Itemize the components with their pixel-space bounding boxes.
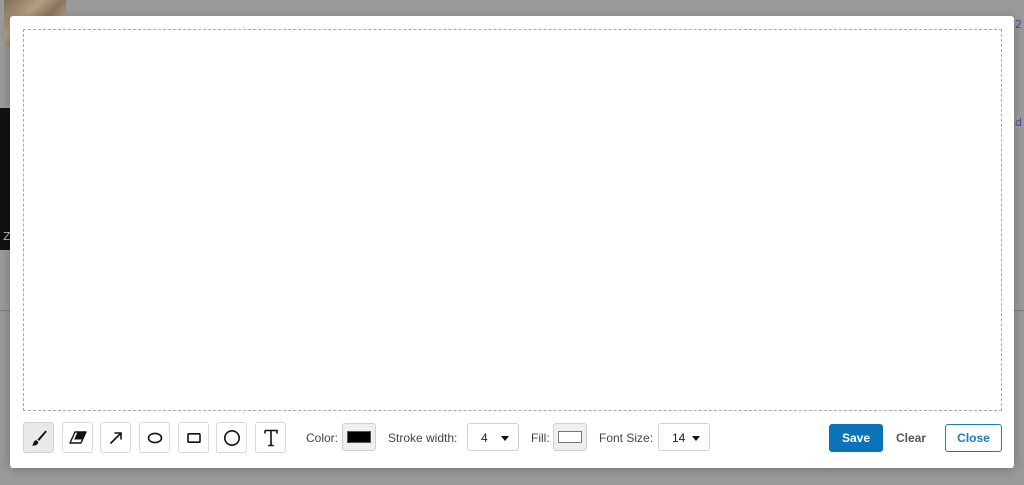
arrow-icon (109, 431, 122, 444)
clear-button[interactable]: Clear (887, 424, 935, 452)
ellipse-icon (147, 432, 162, 443)
drawing-canvas[interactable] (23, 29, 1002, 411)
fill-label: Fill: (531, 431, 550, 445)
ellipse-tool-button[interactable] (139, 422, 170, 453)
background-link: d (1015, 116, 1022, 129)
color-picker-button[interactable] (342, 423, 376, 451)
rectangle-icon (186, 432, 201, 443)
stroke-width-label: Stroke width: (388, 431, 458, 445)
chevron-down-icon (501, 436, 509, 441)
drawing-toolbar: Color: Stroke width: 4 Fill: Font Size: … (23, 422, 1002, 456)
brush-tool-button[interactable] (23, 422, 54, 453)
background-divider (1014, 310, 1024, 311)
rectangle-tool-button[interactable] (178, 422, 209, 453)
chevron-down-icon (692, 436, 700, 441)
circle-tool-button[interactable] (216, 422, 247, 453)
save-button[interactable]: Save (829, 424, 883, 452)
arrow-tool-button[interactable] (100, 422, 131, 453)
stroke-width-value: 4 (481, 431, 488, 445)
fill-swatch (558, 431, 582, 443)
text-tool-button[interactable] (255, 422, 286, 453)
background-link: 2 (1015, 18, 1022, 31)
stroke-width-select[interactable]: 4 (467, 423, 519, 451)
color-label: Color: (306, 431, 339, 445)
font-size-value: 14 (672, 431, 686, 445)
close-button[interactable]: Close (945, 424, 1002, 452)
font-size-select[interactable]: 14 (658, 423, 710, 451)
eraser-tool-button[interactable] (62, 422, 93, 453)
eraser-icon (68, 430, 87, 444)
text-icon (263, 429, 278, 446)
brush-icon (30, 430, 47, 446)
circle-icon (223, 429, 240, 446)
drawing-modal: Color: Stroke width: 4 Fill: Font Size: … (10, 16, 1014, 468)
font-size-label: Font Size: (599, 431, 654, 445)
color-swatch (347, 431, 371, 443)
fill-picker-button[interactable] (553, 423, 587, 451)
